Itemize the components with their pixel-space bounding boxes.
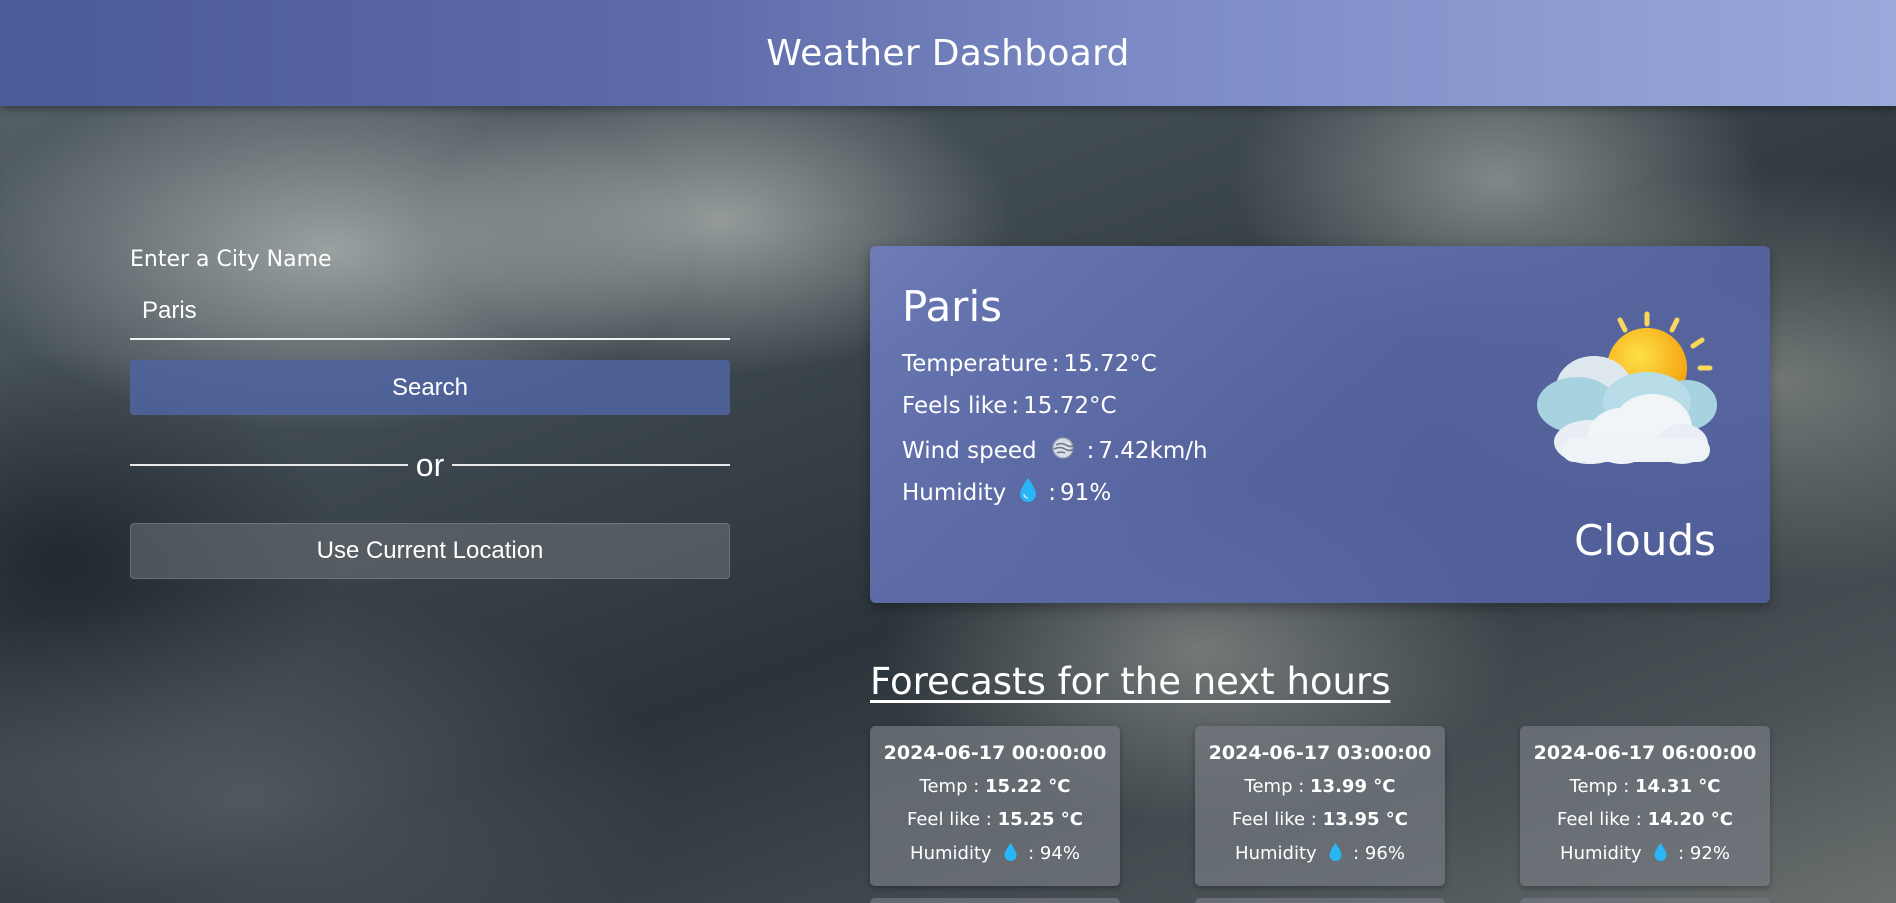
app-title: Weather Dashboard: [766, 32, 1130, 74]
forecast-feel-label: Feel like :: [1231, 809, 1317, 830]
forecast-temp-label: Temp :: [919, 776, 980, 797]
forecast-temp-value: 13.99 °C: [1310, 776, 1396, 797]
partly-cloudy-sun-icon: [1532, 310, 1722, 474]
forecast-temp-label: Temp :: [1569, 776, 1630, 797]
water-drop-icon: [1328, 842, 1343, 867]
humidity-value: 91%: [1060, 480, 1112, 506]
forecast-card: 2024-06-17 03:00:00 Temp : 13.99 °C Feel…: [1195, 726, 1445, 886]
forecast-humidity-row: Humidity : 92%: [1520, 842, 1770, 867]
forecast-humidity-label: Humidity: [1235, 843, 1317, 864]
use-current-location-button[interactable]: Use Current Location: [130, 523, 730, 579]
forecast-datetime: 2024-06-17 00:00:00: [883, 742, 1107, 764]
forecast-temp-value: 14.31 °C: [1635, 776, 1721, 797]
forecast-title: Forecasts for the next hours: [870, 660, 1391, 703]
forecast-card-partial: [870, 898, 1120, 903]
forecast-feel-value: 14.20 °C: [1647, 809, 1734, 830]
temperature-value: 15.72°C: [1063, 351, 1157, 377]
forecast-temp-value: 15.22 °C: [985, 776, 1071, 797]
separator: :: [1051, 351, 1060, 377]
humidity-row: Humidity : 91%: [902, 477, 1111, 509]
search-panel: Enter a City Name Search or Use Current …: [130, 247, 731, 579]
weather-condition: Clouds: [1574, 516, 1716, 565]
current-weather-card: Paris Temperature : 15.72°C Feels like :…: [870, 246, 1770, 603]
forecast-card-partial: [1520, 898, 1770, 903]
wind-value: 7.42km/h: [1098, 438, 1208, 464]
forecast-card-partial: [1195, 898, 1445, 903]
separator: :: [1086, 438, 1095, 464]
city-name: Paris: [902, 282, 1002, 331]
wind-label: Wind speed: [902, 438, 1037, 464]
search-button[interactable]: Search: [130, 360, 730, 415]
forecast-humidity-label: Humidity: [1560, 843, 1642, 864]
city-search-input[interactable]: [130, 290, 730, 340]
divider-line-left: [130, 464, 408, 466]
forecast-humidity-value: : 92%: [1678, 843, 1730, 864]
water-drop-icon: [1653, 842, 1668, 867]
forecast-card: 2024-06-17 06:00:00 Temp : 14.31 °C Feel…: [1520, 726, 1770, 886]
forecast-card: 2024-06-17 00:00:00 Temp : 15.22 °C Feel…: [870, 726, 1120, 886]
wind-row: Wind speed : 7.42km/h: [902, 435, 1208, 467]
or-divider: or: [130, 447, 731, 483]
forecast-feel-row: Feel like : 14.20 °C: [1520, 809, 1770, 830]
feels-like-value: 15.72°C: [1023, 393, 1117, 419]
divider-line-right: [452, 464, 731, 466]
forecast-feel-row: Feel like : 13.95 °C: [1195, 809, 1445, 830]
separator: :: [1048, 480, 1057, 506]
forecast-temp-label: Temp :: [1244, 776, 1305, 797]
forecast-feel-label: Feel like :: [1556, 809, 1642, 830]
forecast-temp-row: Temp : 14.31 °C: [1520, 776, 1770, 797]
forecast-humidity-row: Humidity : 96%: [1195, 842, 1445, 867]
water-drop-icon: [1003, 842, 1018, 867]
forecast-datetime: 2024-06-17 03:00:00: [1208, 742, 1432, 764]
forecast-temp-row: Temp : 13.99 °C: [1195, 776, 1445, 797]
forecast-humidity-row: Humidity : 94%: [870, 842, 1120, 867]
temperature-row: Temperature : 15.72°C: [902, 351, 1157, 377]
feels-like-label: Feels like: [902, 393, 1008, 419]
temperature-label: Temperature: [902, 351, 1048, 377]
forecast-humidity-label: Humidity: [910, 843, 992, 864]
forecast-temp-row: Temp : 15.22 °C: [870, 776, 1120, 797]
separator: :: [1011, 393, 1020, 419]
app-header: Weather Dashboard: [0, 0, 1896, 106]
forecast-feel-label: Feel like :: [906, 809, 992, 830]
forecast-feel-value: 13.95 °C: [1322, 809, 1409, 830]
forecast-datetime: 2024-06-17 06:00:00: [1533, 742, 1757, 764]
forecast-humidity-value: : 96%: [1353, 843, 1405, 864]
humidity-label: Humidity: [902, 480, 1007, 506]
water-drop-icon: [1018, 477, 1038, 509]
city-input-label: Enter a City Name: [130, 247, 332, 272]
forecast-humidity-value: : 94%: [1028, 843, 1080, 864]
feels-like-row: Feels like : 15.72°C: [902, 393, 1117, 419]
wind-icon: [1049, 435, 1077, 467]
or-text: or: [415, 447, 445, 483]
forecast-feel-value: 15.25 °C: [997, 809, 1084, 830]
forecast-feel-row: Feel like : 15.25 °C: [870, 809, 1120, 830]
